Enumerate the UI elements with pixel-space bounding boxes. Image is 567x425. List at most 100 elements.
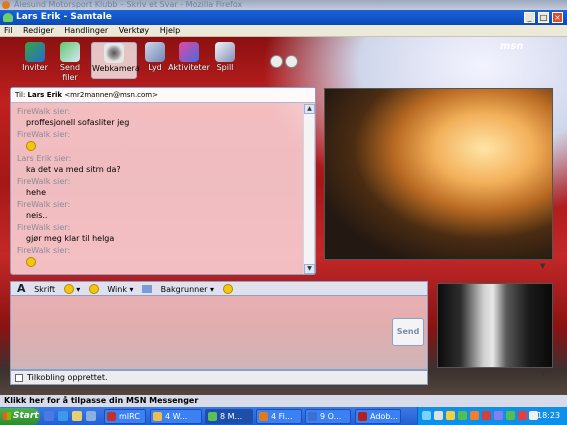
- task-firefox-group[interactable]: 4 Fi...: [256, 409, 302, 424]
- message-sender: Lars Erik sier:: [17, 154, 72, 163]
- own-webcam-view: [437, 283, 553, 368]
- message-sender: FireWalk sier:: [17, 130, 71, 139]
- firefox-icon: [259, 412, 268, 421]
- internet-explorer-icon[interactable]: [58, 411, 68, 421]
- tray-icon[interactable]: [446, 411, 455, 420]
- games-button[interactable]: Spill: [206, 42, 244, 79]
- tray-icon[interactable]: [434, 411, 443, 420]
- message-text: neis..: [26, 211, 48, 220]
- quick-launch-more-icon[interactable]: [86, 411, 96, 421]
- conversation-pane: Til: Lars Erik <mr2mannen@msn.com> FireW…: [10, 87, 316, 275]
- status-text: Tilkobling opprettet.: [27, 373, 108, 382]
- to-label: Til:: [15, 91, 26, 99]
- wink-icon: [88, 284, 99, 294]
- task-windows-group[interactable]: 4 W...: [150, 409, 202, 424]
- windows-logo-icon: [3, 412, 11, 420]
- task-msn-group[interactable]: 8 M...: [205, 409, 253, 424]
- msn-tray-icon[interactable]: [506, 411, 515, 420]
- screen: Ålesund Motorsport Klubb – Skriv et Svar…: [0, 0, 567, 425]
- status-icon: [15, 374, 23, 382]
- message-history: FireWalk sier: proffesjonell sofasliter …: [11, 104, 303, 274]
- outlook-icon: [308, 412, 317, 421]
- menu-tools[interactable]: Verktøy: [115, 25, 153, 37]
- message-text: hehe: [26, 188, 46, 197]
- scroll-up-icon[interactable]: ▲: [304, 104, 315, 114]
- msn-logo: msn: [500, 41, 524, 52]
- message-sender: FireWalk sier:: [17, 246, 71, 255]
- browser-title: Ålesund Motorsport Klubb – Skriv et Svar…: [14, 0, 243, 9]
- activities-label: Aktiviteter: [168, 63, 210, 72]
- menu-edit[interactable]: Rediger: [19, 25, 58, 37]
- chevron-down-icon[interactable]: ▼: [540, 370, 545, 378]
- task-label: Adob...: [370, 412, 399, 421]
- task-adobe[interactable]: Adob...: [355, 409, 401, 424]
- task-outlook-group[interactable]: 9 O...: [305, 409, 351, 424]
- send-files-label: Send filer: [59, 63, 81, 82]
- send-files-button[interactable]: Send filer: [51, 42, 89, 82]
- scroll-down-icon[interactable]: ▼: [304, 264, 315, 274]
- emoticon-icon: [63, 284, 74, 294]
- block-icon[interactable]: [270, 55, 283, 68]
- msn-buddy-icon: [3, 13, 13, 22]
- media-player-icon[interactable]: [72, 411, 82, 421]
- smiley-icon: [26, 257, 36, 267]
- message-text: gjør meg klar til helga: [26, 234, 115, 243]
- task-mirc[interactable]: mIRC: [104, 409, 146, 424]
- adobe-icon: [358, 412, 367, 421]
- start-label: Start: [13, 411, 39, 421]
- activities-button[interactable]: Aktiviteter: [167, 42, 211, 79]
- close-button[interactable]: ×: [552, 12, 563, 23]
- audio-icon: [145, 42, 165, 62]
- send-button[interactable]: Send: [392, 318, 424, 346]
- message-text: ka det va med sitrn da?: [26, 165, 121, 174]
- block-buttons: [270, 55, 300, 70]
- tray-icon[interactable]: [458, 411, 467, 420]
- contact-card-icon[interactable]: [285, 55, 298, 68]
- minimize-button[interactable]: _: [524, 12, 535, 23]
- tray-icon[interactable]: [518, 411, 527, 420]
- start-button[interactable]: Start: [0, 408, 40, 425]
- games-label: Spill: [216, 63, 234, 72]
- chevron-down-icon[interactable]: ▼: [540, 262, 545, 270]
- clock: 18:23: [537, 411, 561, 420]
- games-icon: [215, 42, 235, 62]
- invite-label: Inviter: [22, 63, 48, 72]
- msn-icon: [208, 412, 217, 421]
- task-label: mIRC: [119, 412, 140, 421]
- menu-help[interactable]: Hjelp: [156, 25, 184, 37]
- folder-icon: [153, 412, 162, 421]
- webcam-button[interactable]: Webkamera: [91, 42, 140, 79]
- message-text: proffesjonell sofasliter jeg: [26, 118, 130, 127]
- send-files-icon: [60, 42, 80, 62]
- status-bar: Tilkobling opprettet.: [10, 370, 428, 385]
- browser-title-bar: Ålesund Motorsport Klubb – Skriv et Svar…: [0, 0, 567, 10]
- webcam-label: Webkamera: [92, 64, 140, 73]
- taskbar: Start mIRC 4 W... 8 M... 4 Fi... 9 O... …: [0, 407, 567, 425]
- customize-tip-link[interactable]: Klikk her for å tilpasse din MSN Messeng…: [0, 395, 567, 407]
- task-label: 9 O...: [320, 412, 342, 421]
- message-sender: FireWalk sier:: [17, 223, 71, 232]
- contact-email: <mr2mannen@msn.com>: [64, 91, 158, 99]
- message-sender: FireWalk sier:: [17, 177, 71, 186]
- menu-file[interactable]: Fil: [0, 25, 16, 37]
- backgrounds-icon: [142, 285, 153, 293]
- activities-icon: [179, 42, 199, 62]
- window-title: Lars Erik - Samtale: [16, 12, 112, 22]
- format-toolbar: A Skrift ▾ Wink ▾ Bakgrunner ▾: [10, 281, 428, 295]
- to-line: Til: Lars Erik <mr2mannen@msn.com>: [11, 88, 315, 103]
- message-input[interactable]: [10, 295, 428, 370]
- tray-icon[interactable]: [422, 411, 431, 420]
- task-label: 8 M...: [220, 412, 243, 421]
- firefox-icon: [2, 1, 10, 9]
- menu-actions[interactable]: Handlinger: [60, 25, 112, 37]
- window-title-bar[interactable]: Lars Erik - Samtale: [0, 10, 567, 25]
- chat-scrollbar[interactable]: ▲ ▼: [303, 104, 315, 274]
- maximize-button[interactable]: □: [538, 12, 549, 23]
- invite-icon: [25, 42, 45, 62]
- tray-icon[interactable]: [494, 411, 503, 420]
- show-desktop-icon[interactable]: [44, 411, 54, 421]
- contact-webcam-view: [324, 88, 553, 260]
- invite-button[interactable]: Inviter: [16, 42, 54, 79]
- tray-icon[interactable]: [482, 411, 491, 420]
- tray-icon[interactable]: [470, 411, 479, 420]
